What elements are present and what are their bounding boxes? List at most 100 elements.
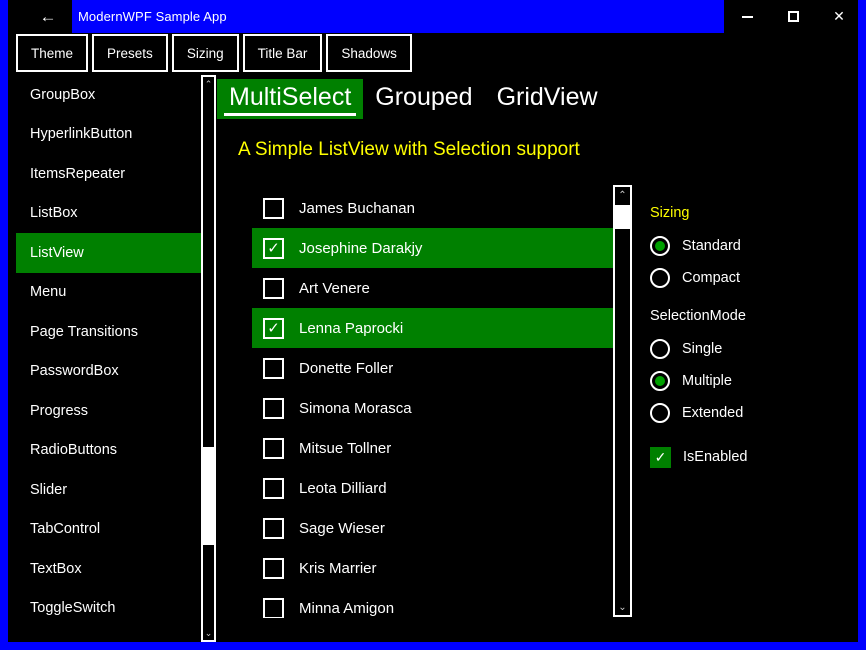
presets-button[interactable]: Presets (92, 34, 168, 72)
sidebar-item-textbox[interactable]: TextBox (16, 549, 201, 589)
scroll-down-icon[interactable]: ⌄ (615, 599, 630, 615)
listview-scrollbar[interactable]: ⌃ ⌄ (613, 185, 632, 617)
content-subtitle: A Simple ListView with Selection support (238, 139, 580, 160)
minimize-button[interactable] (724, 0, 770, 33)
sizing-button[interactable]: Sizing (171, 34, 239, 72)
radio-extended[interactable]: Extended (650, 397, 860, 429)
tab-gridview[interactable]: GridView (485, 79, 610, 119)
list-item[interactable]: Mitsue Tollner (252, 428, 613, 468)
radio-compact-label: Compact (682, 270, 741, 286)
sidebar-scrollbar[interactable]: ⌃ ⌄ (201, 75, 216, 642)
checkbox-checked-icon[interactable]: ✓ (263, 317, 284, 339)
radio-single[interactable]: Single (650, 333, 860, 365)
sidebar-item-slider[interactable]: Slider (16, 470, 201, 510)
shadows-button[interactable]: Shadows (326, 34, 412, 72)
listview[interactable]: James Buchanan ✓ Josephine Darakjy Art V… (252, 188, 613, 618)
sidebar-item-label: HyperlinkButton (30, 126, 133, 143)
sidebar-item-page-transitions[interactable]: Page Transitions (16, 312, 201, 352)
radio-multiple[interactable]: Multiple (650, 365, 860, 397)
checkbox-unchecked-icon[interactable] (263, 477, 284, 499)
list-item[interactable]: Minna Amigon (252, 588, 613, 618)
sidebar-item-radiobuttons[interactable]: RadioButtons (16, 430, 201, 470)
sidebar-item-label: TextBox (30, 560, 82, 577)
tab-multiselect[interactable]: MultiSelect (217, 79, 364, 119)
radio-compact[interactable]: Compact (650, 262, 860, 294)
close-icon: ✕ (833, 8, 845, 24)
window-right-border (858, 0, 866, 650)
sidebar-item-label: RadioButtons (30, 442, 118, 459)
radio-standard[interactable]: Standard (650, 230, 860, 262)
back-arrow-icon: ← (39, 7, 57, 26)
list-item[interactable]: James Buchanan (252, 188, 613, 228)
maximize-button[interactable] (770, 0, 816, 33)
list-item[interactable]: ✓ Josephine Darakjy (252, 228, 613, 268)
main-content: MultiSelect Grouped GridView A Simple Li… (217, 75, 866, 642)
sidebar-item-label: ToggleSwitch (30, 600, 116, 617)
sidebar-item-listbox[interactable]: ListBox (16, 193, 201, 233)
list-item-label: Minna Amigon (299, 599, 395, 617)
scroll-up-icon[interactable]: ⌃ (615, 187, 630, 203)
radio-dot (655, 376, 665, 386)
list-item[interactable]: Donette Foller (252, 348, 613, 388)
radio-multiple-label: Multiple (682, 373, 732, 389)
presets-button-label: Presets (107, 45, 153, 61)
sidebar-item-label: ItemsRepeater (30, 165, 126, 182)
sidebar-item-hyperlinkbutton[interactable]: HyperlinkButton (16, 114, 201, 154)
list-item[interactable]: Simona Morasca (252, 388, 613, 428)
sidebar-item-menu[interactable]: Menu (16, 272, 201, 312)
sidebar-item-groupbox[interactable]: GroupBox (16, 75, 201, 115)
sidebar-scrollbar-thumb[interactable] (203, 447, 214, 545)
theme-button[interactable]: Theme (16, 34, 89, 72)
sidebar-item-passwordbox[interactable]: PasswordBox (16, 351, 201, 391)
list-item[interactable]: Art Venere (252, 268, 613, 308)
sidebar-item-listview[interactable]: ListView (16, 233, 201, 273)
radio-single-label: Single (682, 341, 723, 357)
checkbox-isenabled[interactable]: ✓ IsEnabled (650, 442, 860, 472)
sidebar-item-label: ListView (30, 244, 84, 261)
window-title: ModernWPF Sample App (78, 9, 227, 24)
checkbox-unchecked-icon[interactable] (263, 197, 284, 219)
checkbox-checked-icon[interactable]: ✓ (263, 237, 284, 259)
scroll-up-icon[interactable]: ⌃ (203, 77, 214, 91)
checkbox-checked-icon[interactable]: ✓ (650, 446, 671, 468)
title-bar-button[interactable]: Title Bar (242, 34, 323, 72)
radio-extended-label: Extended (682, 405, 744, 421)
list-item-label: Leota Dilliard (299, 479, 387, 497)
radio-unselected-icon[interactable] (650, 268, 670, 288)
checkbox-unchecked-icon[interactable] (263, 357, 284, 379)
list-item-label: Josephine Darakjy (299, 239, 423, 257)
listview-scrollbar-thumb[interactable] (615, 205, 630, 229)
tab-multiselect-label: MultiSelect (229, 83, 352, 111)
checkbox-unchecked-icon[interactable] (263, 437, 284, 459)
sizing-group-header: Sizing (650, 205, 690, 221)
close-button[interactable]: ✕ (816, 0, 862, 33)
tab-grouped[interactable]: Grouped (363, 79, 484, 119)
sidebar-item-tabcontrol[interactable]: TabControl (16, 509, 201, 549)
checkbox-unchecked-icon[interactable] (263, 557, 284, 579)
checkbox-unchecked-icon[interactable] (263, 597, 284, 618)
list-item[interactable]: Leota Dilliard (252, 468, 613, 508)
scroll-down-icon[interactable]: ⌄ (203, 626, 214, 640)
sidebar-item-itemsrepeater[interactable]: ItemsRepeater (16, 154, 201, 194)
list-item[interactable]: ✓ Lenna Paprocki (252, 308, 613, 348)
title-bar: ← ModernWPF Sample App ✕ (16, 0, 866, 33)
radio-selected-icon[interactable] (650, 371, 670, 391)
sizing-button-label: Sizing (186, 45, 224, 61)
sidebar-item-label: Page Transitions (30, 323, 139, 340)
list-item-label: Sage Wieser (299, 519, 385, 537)
sidebar-nav[interactable]: GroupBox HyperlinkButton ItemsRepeater L… (16, 75, 201, 642)
checkbox-unchecked-icon[interactable] (263, 277, 284, 299)
title-bar-button-label: Title Bar (257, 45, 308, 61)
sidebar-item-toggleswitch[interactable]: ToggleSwitch (16, 588, 201, 628)
back-button[interactable]: ← (24, 0, 72, 33)
checkbox-unchecked-icon[interactable] (263, 517, 284, 539)
sidebar-item-progress[interactable]: Progress (16, 391, 201, 431)
checkbox-unchecked-icon[interactable] (263, 397, 284, 419)
radio-selected-icon[interactable] (650, 236, 670, 256)
list-item[interactable]: Sage Wieser (252, 508, 613, 548)
radio-unselected-icon[interactable] (650, 339, 670, 359)
radio-unselected-icon[interactable] (650, 403, 670, 423)
list-item[interactable]: Kris Marrier (252, 548, 613, 588)
sidebar-item-label: ListBox (30, 205, 78, 222)
